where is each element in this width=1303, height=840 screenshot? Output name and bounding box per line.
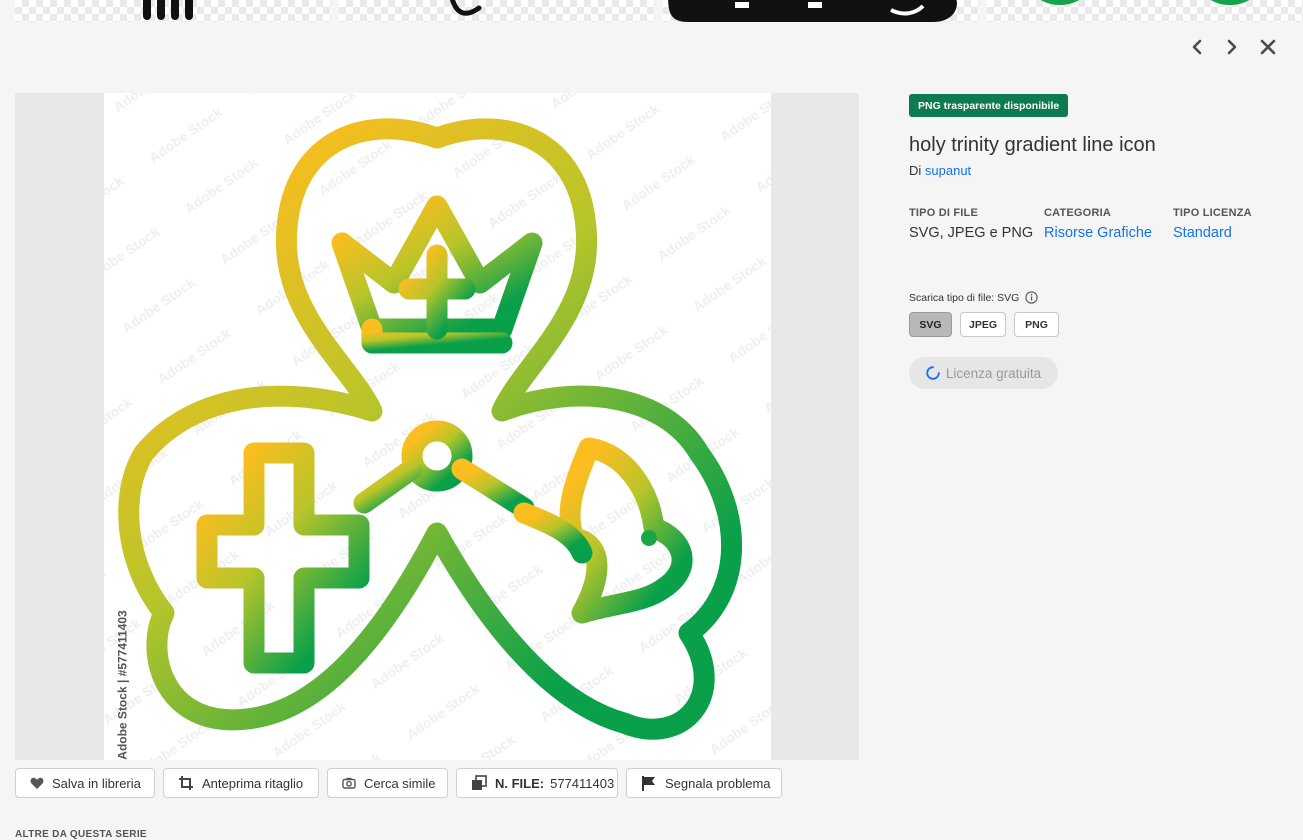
related-thumbnail[interactable] (987, 0, 1303, 22)
related-thumbnail[interactable] (339, 0, 655, 22)
image-credit: Adobe Stock | #577411403 (115, 610, 130, 760)
thumbnail-shape (143, 0, 193, 20)
find-similar-label: Cerca simile (364, 775, 436, 791)
transparent-png-badge: PNG trasparente disponibile (909, 94, 1069, 117)
thumbnail-shape (668, 0, 957, 22)
license-type-label: TIPO LICENZA (1173, 207, 1252, 219)
save-to-library-label: Salva in libreria (52, 775, 141, 791)
free-license-label: Licenza gratuita (945, 365, 1042, 381)
file-number-label: N. FILE: (495, 775, 545, 791)
asset-author: Di supanut (909, 163, 971, 178)
close-icon (1260, 39, 1276, 55)
file-type-meta: TIPO DI FILE SVG, JPEG e PNG (909, 207, 1033, 241)
author-link[interactable]: supanut (925, 163, 971, 178)
file-type-label: TIPO DI FILE (909, 207, 979, 219)
file-number-icon (471, 775, 487, 791)
download-format-label: Scarica tipo di file: SVG (909, 291, 1038, 304)
report-problem-label: Segnala problema (665, 775, 771, 791)
camera-icon (342, 775, 356, 791)
download-format-text: Scarica tipo di file: SVG (909, 291, 1020, 304)
flag-icon (641, 775, 657, 791)
preview-image[interactable]: Adobe Stock | #577411403 (104, 93, 771, 760)
chevron-left-icon (1192, 39, 1202, 55)
related-thumbnail[interactable] (15, 0, 331, 22)
file-number-field: N. FILE: 577411403 (456, 768, 618, 798)
related-thumbnail[interactable] (663, 0, 979, 22)
category-meta: CATEGORIA Risorse Grafiche (1044, 207, 1152, 241)
chevron-right-icon (1227, 39, 1237, 55)
series-section-title: ALTRE DA QUESTA SERIE (15, 829, 147, 840)
format-svg-button[interactable]: SVG (909, 312, 952, 337)
related-thumbnails-strip (15, 0, 1303, 22)
report-problem-button[interactable]: Segnala problema (626, 768, 782, 798)
crop-preview-button[interactable]: Anteprima ritaglio (163, 768, 319, 798)
info-icon[interactable] (1025, 291, 1038, 304)
category-label: CATEGORIA (1044, 207, 1111, 219)
free-license-button[interactable]: Licenza gratuita (909, 357, 1058, 389)
spinner-icon (926, 366, 940, 380)
asset-preview: Adobe Stock | #577411403 (15, 93, 859, 760)
author-prefix: Di (909, 163, 922, 178)
thumbnail-shape (1041, 0, 1249, 5)
file-type-value: SVG, JPEG e PNG (909, 225, 1034, 241)
next-button[interactable] (1220, 35, 1244, 59)
heart-icon (30, 775, 44, 791)
close-button[interactable] (1256, 35, 1280, 59)
find-similar-button[interactable]: Cerca simile (327, 768, 448, 798)
file-number-value: 577411403 (550, 775, 615, 791)
previous-button[interactable] (1185, 35, 1209, 59)
format-png-button[interactable]: PNG (1014, 312, 1059, 337)
crop-icon (178, 775, 194, 791)
crop-preview-label: Anteprima ritaglio (202, 775, 304, 791)
license-type-link[interactable]: Standard (1173, 225, 1252, 241)
thumbnail-shape (449, 0, 482, 16)
license-type-meta: TIPO LICENZA Standard (1173, 207, 1252, 241)
asset-title: holy trinity gradient line icon (909, 134, 1156, 156)
format-jpeg-button[interactable]: JPEG (960, 312, 1006, 337)
save-to-library-button[interactable]: Salva in libreria (15, 768, 155, 798)
holy-trinity-icon (118, 118, 743, 740)
category-link[interactable]: Risorse Grafiche (1044, 225, 1152, 241)
